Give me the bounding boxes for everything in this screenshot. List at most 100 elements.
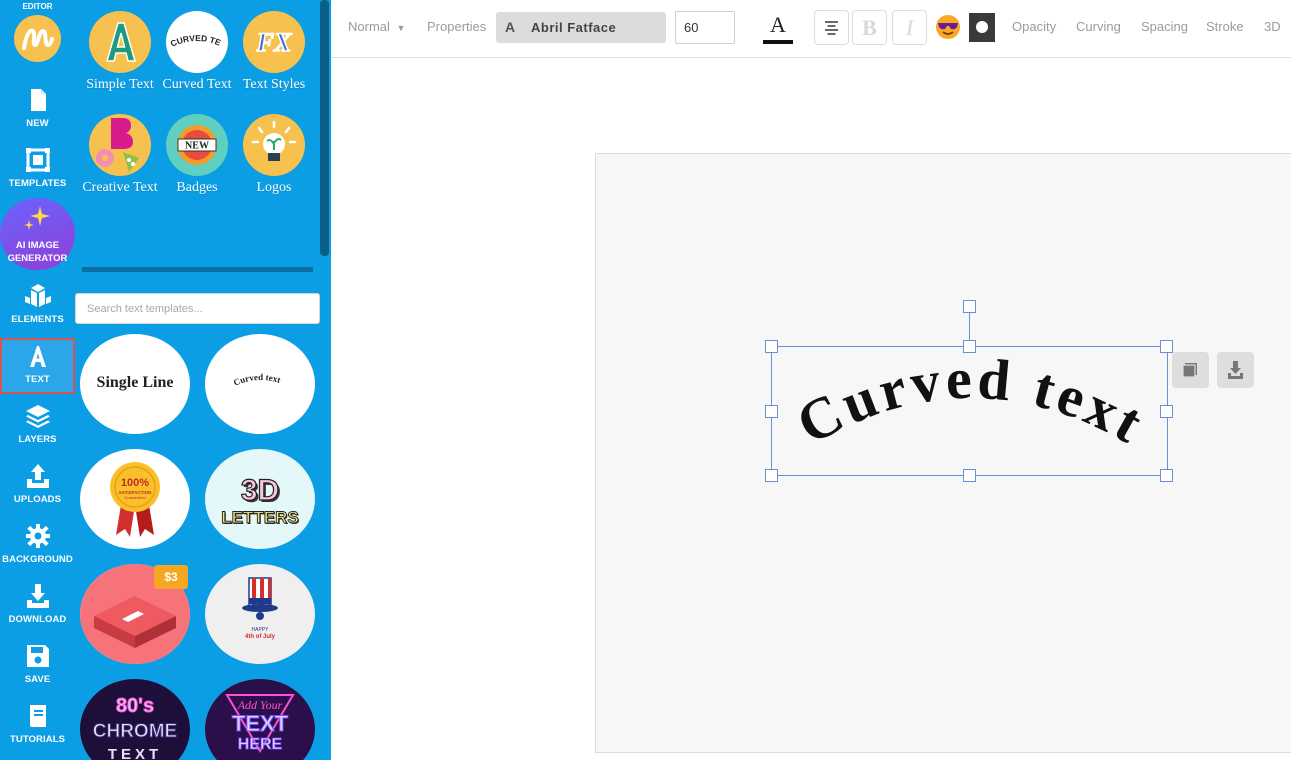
panel-scrollbar[interactable] [320,0,329,256]
save-icon [27,645,49,667]
opacity-button[interactable]: Opacity [1012,0,1056,54]
nav-layers[interactable]: LAYERS [0,398,75,454]
font-a-icon: A [505,19,516,35]
font-family-select[interactable]: A Abril Fatface [496,12,666,43]
curving-button[interactable]: Curving [1076,0,1121,54]
resize-handle-bottom[interactable] [963,469,976,482]
neon-here-text: HERE [238,736,283,753]
logos-thumb [243,114,305,176]
upload-icon [27,464,49,488]
template-add-your-text[interactable]: Add Your TEXT HERE [205,679,315,760]
align-center-button[interactable] [814,10,849,45]
template-3d-letters[interactable]: 3D 3D LETTERS LETTERS [205,449,315,549]
blend-mode-dropdown[interactable]: Normal ▼ [348,0,405,54]
workspace: Curved text [331,58,1291,760]
shape-button[interactable] [969,13,995,42]
properties-button[interactable]: Properties [427,0,486,54]
category-creative-text[interactable]: Creative Text [82,114,158,196]
font-size-input[interactable] [675,11,735,44]
text-color-button[interactable]: A [763,10,793,46]
nav-save[interactable]: SAVE [0,638,75,694]
nav-download[interactable]: DOWNLOAD [0,578,75,634]
emoji-button[interactable] [934,13,962,41]
text-icon [30,346,46,367]
editor-label: EDITOR [22,2,53,11]
rotation-handle[interactable] [963,300,976,313]
3d-main-text: 3D [241,474,279,507]
sparkles-icon [24,206,50,230]
neon-text-art: Add Your TEXT HERE [225,694,295,753]
svg-text:Curved text: Curved text [786,347,1156,457]
nav-download-label: DOWNLOAD [8,614,67,625]
nav-background[interactable]: BACKGROUND [0,518,75,574]
resize-handle-top[interactable] [963,340,976,353]
nav-tutorials[interactable]: TUTORIALS [0,698,75,754]
badge-percent-text: 100% [121,477,149,489]
template-curved-text[interactable]: Curved text [205,334,315,434]
panel-divider [82,267,313,272]
top-toolbar: Normal ▼ Properties A Abril Fatface A B … [331,0,1291,58]
app-logo[interactable] [14,15,61,62]
nav-ai-label: AI IMAGE GENERATOR [7,240,68,264]
resize-handle-bottom-right[interactable] [1160,469,1173,482]
elements-icon [25,284,51,307]
curved-text-thumb: CURVED TEXT [166,11,228,73]
nav-ai-image-generator[interactable]: AI IMAGE GENERATOR [0,198,75,270]
3d-button[interactable]: 3D [1264,0,1281,54]
fx-thumb-art: FX [255,27,293,58]
resize-handle-top-left[interactable] [765,340,778,353]
text-color-letter: A [770,12,786,37]
july-text: 4th of July [245,634,276,640]
sunglasses-emoji-icon [936,15,960,39]
curved-text-content: Curved text [786,347,1152,457]
selection-box[interactable]: Curved text [771,346,1168,476]
gear-icon [26,524,50,548]
badges-thumb: NEW [166,114,228,176]
category-label: Creative Text [82,180,158,195]
text-styles-thumb: FX [243,11,305,73]
nav-new[interactable]: NEW [0,82,75,138]
category-simple-text[interactable]: Simple Text [82,11,158,93]
template-single-line[interactable]: Single Line [80,334,190,434]
category-text-styles[interactable]: FX Text Styles [236,11,312,93]
align-center-icon [825,21,838,35]
bold-icon: B [862,15,877,40]
curved-text-object[interactable]: Curved text [772,347,1169,477]
category-curved-text[interactable]: CURVED TEXT Curved Text [159,11,235,93]
nav-text[interactable]: TEXT [0,338,75,394]
category-badges[interactable]: NEW Badges [159,114,235,196]
nav-save-label: SAVE [24,674,51,685]
badge-guaranteed-text: Guaranteed [124,495,145,500]
category-logos[interactable]: Logos [236,114,312,196]
duplicate-button[interactable] [1172,352,1209,388]
resize-handle-left[interactable] [765,405,778,418]
template-80s-chrome[interactable]: 80's CHROME TEXT [80,679,190,760]
resize-handle-right[interactable] [1160,405,1173,418]
nav-background-label: BACKGROUND [2,554,73,565]
lightbulb-icon [251,120,297,161]
template-satisfaction-badge[interactable]: 100% SATISFACTION Guaranteed [80,449,190,549]
italic-button[interactable]: I [892,10,927,45]
spacing-button[interactable]: Spacing [1141,0,1188,54]
stroke-button[interactable]: Stroke [1206,0,1244,54]
badge-thumb-text: NEW [185,141,209,152]
bold-button[interactable]: B [852,10,887,45]
creative-text-thumb [89,114,151,176]
nav-elements[interactable]: ELEMENTS [0,278,75,334]
creative-letters-icon [96,118,139,172]
resize-handle-bottom-left[interactable] [765,469,778,482]
nav-uploads-label: UPLOADS [13,494,62,505]
logo-m-icon [22,28,54,50]
chrome-text-text: TEXT [108,746,162,760]
template-search-input[interactable] [75,293,320,324]
uncle-sam-hat-art: HAPPY 4th of July [242,577,278,640]
curved-template-art: Curved text [232,372,282,388]
nav-elements-label: ELEMENTS [11,314,64,325]
download-element-button[interactable] [1217,352,1254,388]
curved-thumb-text: CURVED TEXT [166,11,223,49]
nav-uploads[interactable]: UPLOADS [0,458,75,514]
font-family-label: Abril Fatface [531,20,617,35]
template-4th-of-july[interactable]: HAPPY 4th of July [205,564,315,664]
templates-icon [26,148,50,172]
nav-templates[interactable]: TEMPLATES [0,142,75,198]
